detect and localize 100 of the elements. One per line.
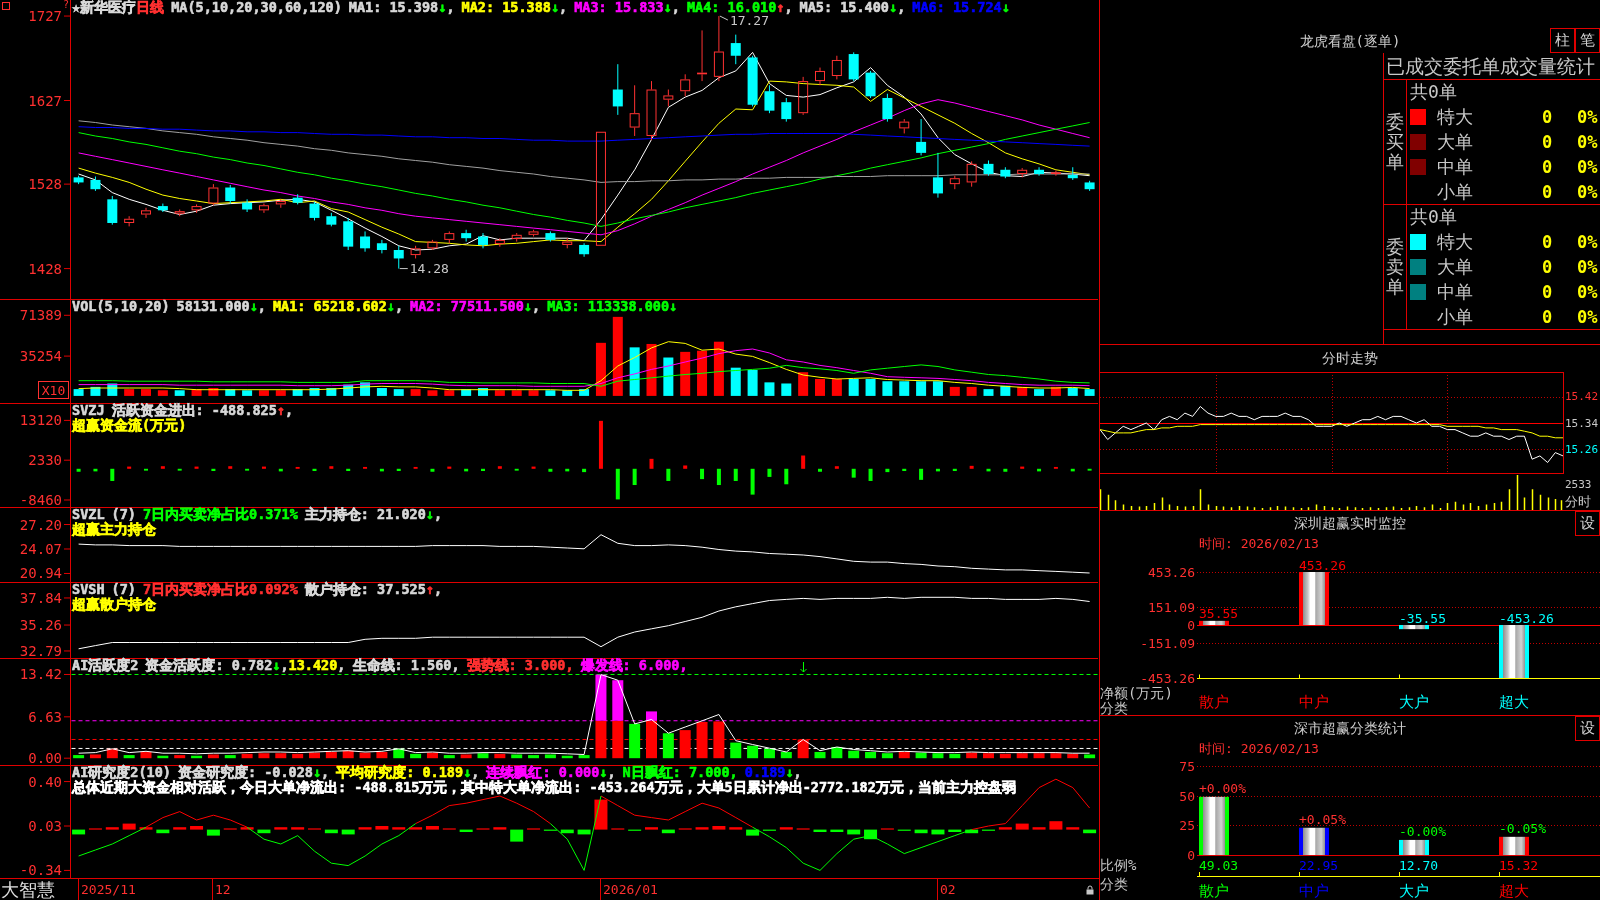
candlestick — [612, 63, 623, 116]
candlestick — [865, 70, 876, 99]
order-size-label: 大单 — [1437, 130, 1474, 154]
price-callout: 17.27 — [719, 12, 770, 28]
candlestick — [427, 239, 438, 251]
category-label: 大户 — [1399, 693, 1429, 711]
category-label: 散户 — [1199, 882, 1229, 900]
legend-text: 超赢资金流(万元) — [72, 417, 187, 432]
annotation: 17.27 — [729, 12, 770, 28]
candlestick — [545, 230, 556, 243]
order-count: 0 — [1540, 107, 1554, 128]
axis-label: 35254 — [19, 348, 62, 365]
order-percent: 0% — [1577, 132, 1598, 152]
order-percent: 0% — [1577, 107, 1598, 128]
legend-text: ↓ — [523, 299, 532, 314]
legend-text: , — [280, 658, 289, 673]
down-arrow-icon — [800, 661, 807, 673]
view-toggle-button[interactable]: 笔 — [1575, 28, 1600, 53]
order-size-label: 小单 — [1437, 304, 1474, 329]
candlestick — [1084, 180, 1095, 192]
axis-label: 25 — [1179, 818, 1195, 833]
axis-title: 净额(万元) — [1100, 685, 1173, 701]
legend-text: ↓ — [312, 765, 322, 780]
axis-label: 24.07 — [19, 541, 62, 557]
legend-text: ↓ — [663, 0, 672, 15]
candlestick — [1017, 167, 1028, 178]
candlestick — [629, 84, 640, 137]
group-label: 委买单 — [1386, 112, 1404, 172]
candlestick — [326, 212, 337, 227]
axis-label: 15.42 — [1565, 390, 1599, 404]
candlestick — [275, 198, 286, 209]
legend-text: VOL(5,10,20) — [72, 299, 170, 314]
settings-button[interactable]: 设 — [1575, 511, 1600, 536]
candlestick — [966, 160, 977, 188]
legend-text: , — [257, 299, 266, 314]
axis-label: -151.09 — [1140, 636, 1195, 651]
view-toggle-button[interactable]: 柱 — [1550, 28, 1575, 53]
legend-text: MA2: 77511.500 — [410, 299, 524, 314]
category-label: 中户 — [1299, 882, 1329, 900]
legend-text: ↓ — [272, 658, 281, 673]
legend-text: , — [532, 299, 541, 314]
candlestick — [494, 237, 505, 248]
candlestick — [1000, 166, 1011, 179]
legend-text: MA2: 15.388 — [461, 0, 551, 15]
axis-label: 13.42 — [19, 666, 62, 683]
axis-label: 453.26 — [1148, 565, 1195, 580]
legend-text: , — [337, 658, 346, 673]
axis-title: 比例% — [1100, 857, 1137, 873]
axis-label: -8460 — [19, 492, 62, 507]
candlestick — [949, 175, 960, 190]
legend-text: 超赢散户持仓 — [72, 596, 156, 611]
order-count: 0 — [1540, 156, 1554, 177]
legend-text: ↓ — [599, 765, 608, 780]
candlestick — [579, 242, 590, 258]
legend-text: 7日内买卖净占比0.371% — [142, 507, 298, 522]
order-percent: 0% — [1577, 181, 1598, 202]
legend-text: MA(5,10,20,30,60,120) — [171, 0, 342, 15]
legend-text: , — [284, 403, 294, 418]
axis-label: 15.26 — [1565, 442, 1599, 456]
date-label: 时间: 2026/02/13 — [1199, 741, 1319, 756]
date-label: 02 — [937, 879, 956, 900]
candlestick — [141, 207, 151, 219]
legend-text: 平均研究度: 0.189 — [336, 765, 464, 780]
order-count: 0 — [1540, 257, 1554, 277]
settings-button[interactable]: 设 — [1575, 716, 1600, 741]
square-icon — [2, 2, 10, 10]
order-size-label: 特大 — [1437, 230, 1474, 255]
candlestick — [73, 175, 84, 185]
candlestick — [781, 97, 792, 123]
change-label: -0.05% — [1499, 821, 1546, 837]
axis-label: 1528 — [28, 176, 62, 193]
candlestick — [713, 15, 724, 82]
candlestick — [90, 176, 101, 192]
order-percent: 0% — [1577, 257, 1598, 277]
legend-text: ↓ — [249, 299, 258, 314]
candlestick — [764, 84, 775, 114]
legend-text: ↑ — [776, 0, 785, 15]
axis-label: 0.03 — [28, 818, 62, 834]
order-size-label: 中单 — [1437, 279, 1474, 304]
candlestick — [242, 198, 253, 213]
order-count: 0 — [1540, 232, 1554, 253]
legend-text: MA3: 113338.000 — [547, 299, 670, 314]
axis-label: 13120 — [19, 412, 62, 429]
price-callout: 14.28 — [399, 261, 449, 277]
section-title: 深市超赢分类统计 — [1294, 719, 1406, 738]
order-count: 0 — [1540, 281, 1554, 302]
legend-text: SVZJ — [72, 403, 105, 418]
order-percent: 0% — [1577, 232, 1598, 253]
axis-label: -453.26 — [1140, 671, 1195, 686]
order-percent: 0% — [1577, 281, 1598, 302]
legend-text: 58131.000 — [176, 299, 250, 314]
group-label: 委卖单 — [1386, 237, 1404, 297]
lock-icon — [1086, 885, 1094, 895]
bar-value-label: -35.55 — [1399, 610, 1446, 626]
legend-text: MA4: 16.010 — [686, 0, 777, 15]
legend-text: , — [471, 765, 480, 780]
legend-text: ↓ — [463, 765, 472, 780]
mode-label: 分时 — [1565, 493, 1591, 509]
axis-label: 0.40 — [28, 773, 62, 790]
bar-value-label: 12.70 — [1399, 857, 1439, 873]
